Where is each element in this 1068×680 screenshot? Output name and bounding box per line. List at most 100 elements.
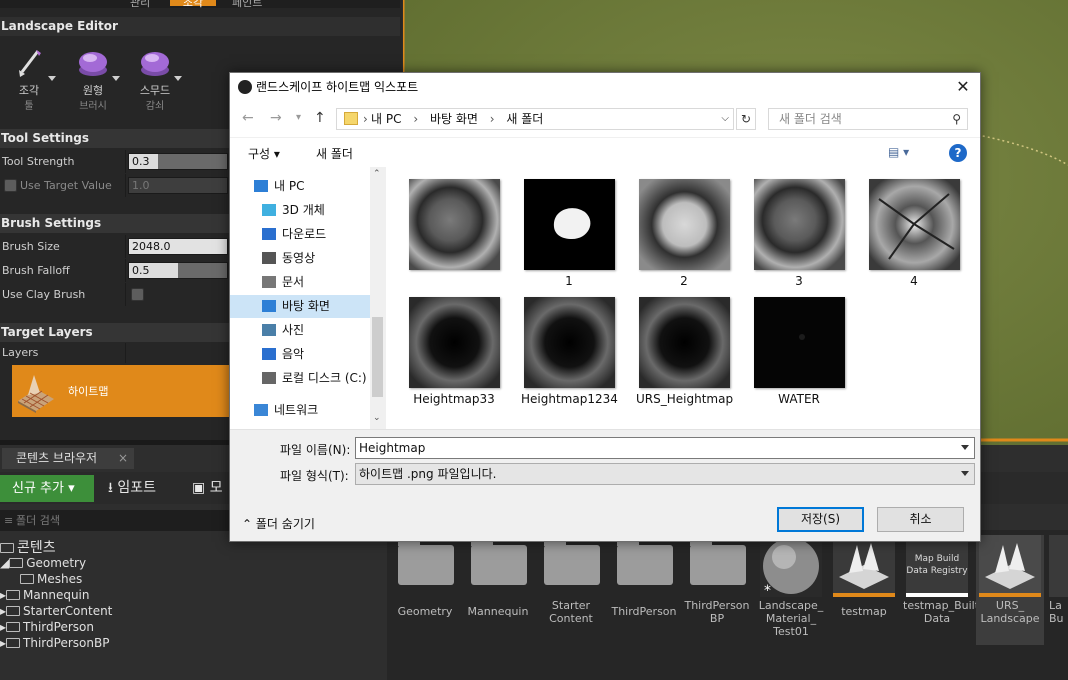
tree-item-content[interactable]: 콘텐츠: [0, 537, 56, 557]
tool-sublabel: 툴: [24, 101, 34, 112]
nav-item[interactable]: 네트워크: [230, 399, 370, 422]
content-browser-tab[interactable]: 콘텐츠 브라우저 ×: [2, 448, 134, 469]
use-target-value-checkbox[interactable]: [4, 179, 17, 192]
new-folder-button[interactable]: 새 폴더: [316, 145, 353, 162]
asset-tile[interactable]: Geometry: [391, 535, 459, 618]
nav-item[interactable]: 동영상: [230, 247, 370, 270]
document-icon: [262, 276, 276, 288]
file-name-input[interactable]: Heightmap: [355, 437, 975, 459]
breadcrumb-new-folder[interactable]: 새 폴더: [506, 112, 543, 126]
file-tile[interactable]: URS_Heightmap: [636, 297, 733, 406]
nav-item[interactable]: 음악: [230, 343, 370, 366]
heightmap-thumbnail: [753, 297, 845, 388]
tree-item-meshes[interactable]: Meshes: [20, 572, 82, 586]
chevron-down-icon[interactable]: ⌵: [721, 109, 729, 129]
asset-tile[interactable]: ThirdPerson BP: [683, 535, 751, 625]
back-arrow-icon[interactable]: ←: [242, 110, 254, 126]
asset-tile[interactable]: Starter Content: [537, 535, 605, 625]
brush-falloff-slider[interactable]: 0.5: [128, 262, 228, 279]
chevron-down-icon: [112, 76, 120, 81]
breadcrumb-pc[interactable]: 내 PC: [371, 112, 401, 126]
search-icon: ⚲: [952, 112, 961, 126]
chevron-down-icon: [961, 445, 969, 450]
brush-size-label: Brush Size: [2, 240, 60, 253]
folder-icon: [6, 638, 21, 648]
use-clay-brush-checkbox[interactable]: [131, 288, 144, 301]
save-button[interactable]: 저장(S): [777, 507, 864, 532]
file-tile[interactable]: 1: [521, 179, 617, 288]
asset-tile[interactable]: Mannequin: [464, 535, 532, 618]
import-button[interactable]: ⭳ 임포트: [108, 475, 156, 502]
file-tile[interactable]: 4: [866, 179, 962, 288]
map-icon: [833, 535, 895, 597]
file-tile[interactable]: [406, 179, 502, 274]
circle-brush-button[interactable]: 원형 브러시: [66, 48, 120, 118]
nav-scrollbar[interactable]: ⌃ ⌄: [370, 167, 385, 429]
tree-item-thirdperson[interactable]: ▸ ThirdPerson: [0, 620, 94, 634]
tree-item-geometry[interactable]: ◢ Geometry: [0, 556, 86, 570]
forward-arrow-icon[interactable]: →: [270, 110, 282, 126]
tree-item-thirdpersonbp[interactable]: ▸ ThirdPersonBP: [0, 636, 109, 650]
tab-paint[interactable]: 페인트: [232, 0, 262, 10]
file-tile[interactable]: 3: [751, 179, 847, 288]
heightmap-thumbnail: [523, 179, 615, 270]
close-icon[interactable]: ×: [118, 448, 128, 469]
cancel-button[interactable]: 취소: [877, 507, 964, 532]
tree-item-startercontent[interactable]: ▸ StarterContent: [0, 604, 112, 618]
file-tile[interactable]: Heightmap1234: [521, 297, 618, 406]
folder-search-input[interactable]: 새 폴더 검색 ⚲: [768, 108, 968, 130]
smooth-falloff-button[interactable]: 스무드 감쇠: [128, 48, 182, 118]
file-tile[interactable]: WATER: [751, 297, 847, 406]
heightmap-thumbnail: [868, 179, 960, 270]
brush-size-field[interactable]: 2048.0: [128, 238, 228, 255]
nav-item[interactable]: 3D 개체: [230, 199, 370, 222]
file-caption: Heightmap33: [413, 392, 495, 406]
tab-sculpt[interactable]: 조각: [170, 0, 216, 9]
nav-item[interactable]: 내 PC: [230, 175, 370, 198]
file-type-select[interactable]: 하이트맵 .png 파일입니다.: [355, 463, 975, 485]
tab-manage[interactable]: 관리: [130, 0, 150, 10]
nav-item-label: 사진: [282, 323, 305, 337]
nav-item[interactable]: 사진: [230, 319, 370, 342]
refresh-icon[interactable]: ↻: [736, 108, 756, 130]
folder-icon: [686, 535, 748, 597]
nav-item[interactable]: 다운로드: [230, 223, 370, 246]
dialog-title: 랜드스케이프 하이트맵 익스포트: [256, 80, 419, 94]
add-new-button[interactable]: 신규 추가 ▾: [0, 475, 94, 502]
export-heightmap-dialog: 랜드스케이프 하이트맵 익스포트 ✕ ← → ▾ ↑ › 내 PC › 바탕 화…: [229, 72, 981, 542]
view-options-icon[interactable]: ▤ ▾: [888, 145, 909, 159]
asset-tile[interactable]: * Landscape_ Material_ Test01: [757, 535, 825, 638]
tool-strength-slider[interactable]: 0.3: [128, 153, 228, 170]
asset-tile-selected[interactable]: URS_ Landscape: [976, 535, 1044, 645]
address-bar[interactable]: › 내 PC › 바탕 화면 › 새 폴더 ⌵: [336, 108, 734, 130]
hide-folders-toggle[interactable]: ⌃ 폴더 숨기기: [242, 515, 315, 532]
help-icon[interactable]: ?: [949, 144, 967, 162]
breadcrumb-desktop[interactable]: 바탕 화면: [430, 112, 478, 126]
nav-item[interactable]: 문서: [230, 271, 370, 294]
asset-tile[interactable]: ThirdPerson: [610, 535, 678, 618]
organize-button[interactable]: 구성 ▾: [248, 145, 280, 162]
asset-tile[interactable]: La Bu: [1049, 535, 1068, 625]
up-arrow-icon[interactable]: ↑: [314, 110, 326, 126]
file-tile[interactable]: Heightmap33: [406, 297, 502, 406]
close-button[interactable]: ✕: [952, 76, 974, 98]
nav-item[interactable]: 바탕 화면: [230, 295, 370, 318]
nav-item-label: 로컬 디스크 (C:): [282, 371, 367, 385]
asset-tile[interactable]: testmap: [830, 535, 898, 618]
filetype-row: 파일 형식(T): 하이트맵 .png 파일입니다.: [230, 461, 980, 487]
nav-item[interactable]: 로컬 디스크 (C:): [230, 367, 370, 390]
3d-objects-icon: [262, 204, 276, 216]
file-type-label: 파일 형식(T):: [280, 469, 349, 483]
folder-icon: [6, 622, 21, 632]
recent-chevron-icon[interactable]: ▾: [296, 112, 301, 123]
tree-item-mannequin[interactable]: ▸ Mannequin: [0, 588, 90, 602]
save-all-button[interactable]: ▣ 모: [192, 475, 223, 502]
import-icon: ⭳: [108, 480, 113, 496]
heightmap-thumbnail: [638, 297, 730, 388]
asset-grid: Geometry Mannequin Starter Content Third…: [387, 530, 1068, 680]
sculpt-tool-button[interactable]: 조각 툴: [2, 48, 56, 118]
asset-tile[interactable]: Map Build Data Registry testmap_Built Da…: [903, 535, 979, 625]
map-icon: [1049, 535, 1068, 597]
file-caption: 2: [680, 274, 688, 288]
file-tile[interactable]: 2: [636, 179, 732, 288]
